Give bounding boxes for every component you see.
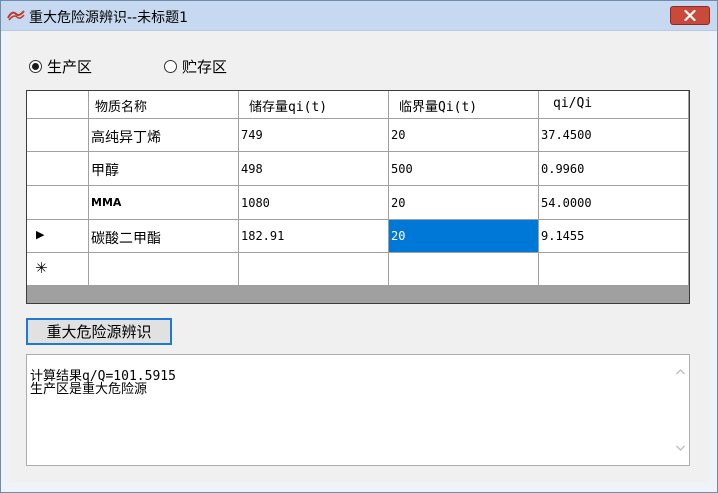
scroll-down-icon[interactable] — [676, 445, 685, 451]
column-header-critical-quantity[interactable]: 临界量Qi(t) — [389, 91, 539, 119]
table-cell[interactable]: 500 — [389, 152, 539, 186]
table-cell[interactable]: 甲醇 — [89, 152, 239, 186]
row-header[interactable] — [27, 119, 89, 152]
app-window: 重大危险源辨识--未标题1 生产区 贮存区 物质名称 储存量qi(t) 临界量Q… — [0, 0, 718, 493]
current-row-arrow-icon: ▶ — [36, 228, 45, 241]
radio-production-area[interactable]: 生产区 — [29, 57, 93, 76]
table-cell[interactable]: 高纯异丁烯 — [89, 119, 239, 152]
close-button[interactable] — [670, 6, 710, 25]
new-row-asterisk-icon: ✳ — [35, 259, 48, 277]
table-cell-new[interactable] — [539, 253, 689, 286]
identify-hazard-button[interactable]: 重大危险源辨识 — [26, 318, 172, 345]
table-cell-new[interactable] — [239, 253, 389, 286]
table-cell[interactable]: 碳酸二甲酯 — [89, 220, 239, 253]
table-cell[interactable]: 182.91 — [239, 220, 389, 253]
data-grid[interactable]: 物质名称 储存量qi(t) 临界量Qi(t) qi/Qi 高纯异丁烯 749 2… — [26, 90, 690, 304]
close-icon — [684, 10, 696, 21]
column-header-stored-quantity[interactable]: 储存量qi(t) — [239, 91, 389, 119]
column-header-substance[interactable]: 物质名称 — [89, 91, 239, 119]
table-cell[interactable]: 54.0000 — [539, 186, 689, 220]
radio-button-checked[interactable] — [29, 59, 42, 73]
radio-label: 贮存区 — [182, 57, 228, 76]
result-line: 生产区是重大危险源 — [30, 382, 148, 397]
table-cell-selected[interactable]: 20 — [389, 220, 539, 253]
grid-corner-header — [27, 91, 89, 119]
radio-storage-area[interactable]: 贮存区 — [164, 57, 228, 76]
title-bar[interactable]: 重大危险源辨识--未标题1 — [1, 1, 717, 31]
table-cell[interactable]: 9.1455 — [539, 220, 689, 253]
table-cell[interactable]: 498 — [239, 152, 389, 186]
result-textarea[interactable]: 计算结果q/Q=101.5915 生产区是重大危险源 — [26, 354, 690, 466]
table-cell-new[interactable] — [389, 253, 539, 286]
table-cell[interactable]: 749 — [239, 119, 389, 152]
table-cell[interactable]: MMA — [89, 186, 239, 220]
scroll-up-icon[interactable] — [676, 369, 685, 375]
row-header[interactable] — [27, 152, 89, 186]
column-header-ratio[interactable]: qi/Qi — [539, 91, 689, 119]
window-title: 重大危险源辨识--未标题1 — [29, 10, 189, 26]
table-cell[interactable]: 20 — [389, 186, 539, 220]
radio-label: 生产区 — [47, 57, 93, 76]
radio-button-unchecked[interactable] — [164, 59, 177, 73]
table-cell-new[interactable] — [89, 253, 239, 286]
table-cell[interactable]: 20 — [389, 119, 539, 152]
table-cell[interactable]: 0.9960 — [539, 152, 689, 186]
vertical-scrollbar[interactable] — [672, 355, 689, 465]
app-logo-icon — [7, 10, 25, 21]
table-cell[interactable]: 37.4500 — [539, 119, 689, 152]
row-header-new[interactable]: ✳ — [27, 253, 89, 286]
row-header-current[interactable]: ▶ — [27, 220, 89, 253]
table-cell[interactable]: 1080 — [239, 186, 389, 220]
row-header[interactable] — [27, 186, 89, 220]
